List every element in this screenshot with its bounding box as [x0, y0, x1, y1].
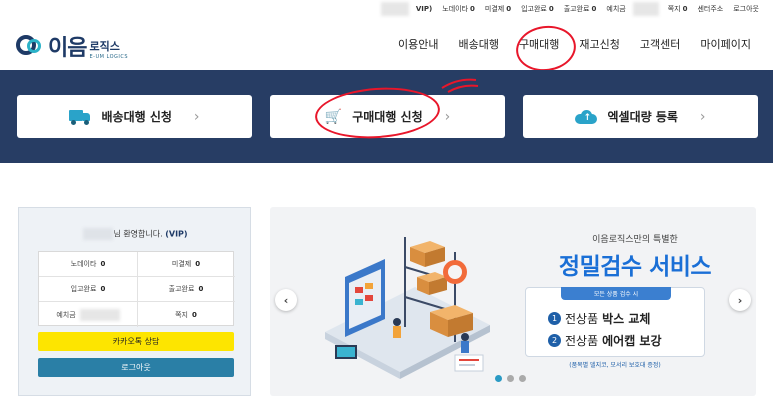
annotation-stroke [441, 78, 479, 93]
slide-subtitle: 이음로직스만의 특별한 [592, 235, 678, 245]
quick-excel-label: 엑셀대량 등록 [607, 110, 678, 124]
cart-icon: 🛒 [324, 108, 343, 125]
stat-unpaid[interactable]: 미결제 0 [137, 252, 235, 277]
member-stats: 노데이타 0 미결제 0 입고완료 0 출고완료 0 예치금 쪽지 0 [38, 251, 235, 327]
slide-line-2: 2 전상품 에어캡 보강 [548, 332, 662, 349]
nav-mypage[interactable]: 마이페이지 [690, 36, 761, 52]
slide-title: 정밀검수 서비스 [558, 254, 712, 280]
truck-icon [69, 109, 91, 125]
logo-eum: 이음 [48, 36, 87, 61]
util-nodata[interactable]: 노데이타 0 [437, 4, 480, 14]
welcome-text: 님 환영합니다. (VIP) [19, 228, 252, 240]
logo-name-ko: 로직스 [89, 40, 120, 53]
util-received[interactable]: 입고완료 0 [516, 4, 559, 14]
slide-service-card: 모든 상품 검수 시 1 전상품 박스 교체 2 전상품 에어캡 보강 [525, 287, 705, 357]
chevron-right-icon: › [699, 108, 706, 125]
stat-received[interactable]: 입고완료 0 [39, 277, 137, 302]
util-center-address[interactable]: 센터주소 [692, 4, 728, 14]
blurred-name [83, 228, 114, 240]
kakao-consult-button[interactable]: 카카오톡 상담 [38, 332, 234, 351]
stat-memo[interactable]: 쪽지 0 [137, 302, 235, 327]
chevron-right-icon: › [444, 108, 451, 125]
blurred-username [380, 2, 409, 16]
nav-guide[interactable]: 이용안내 [388, 36, 448, 52]
logo[interactable]: 이음 로직스 E-UM LOGICS [16, 30, 128, 62]
nav-stock[interactable]: 재고신청 [569, 36, 629, 52]
logo-name-en: E-UM LOGICS [89, 54, 129, 60]
slide-note: (품목별 델지코, 모서리 보호대 증정) [569, 362, 661, 369]
util-bar: VIP) 노데이타 0 미결제 0 입고완료 0 출고완료 0 예치금 쪽지 0 센터주소… [380, 0, 773, 18]
blurred-deposit [632, 2, 659, 16]
main-nav: 이용안내 배송대행 구매대행 재고신청 고객센터 마이페이지 [388, 36, 761, 52]
nav-support[interactable]: 고객센터 [630, 36, 690, 52]
warehouse-illustration [325, 237, 490, 379]
slider-dot[interactable] [519, 375, 526, 382]
cloud-upload-icon: ↑ [575, 109, 598, 124]
stat-shipped[interactable]: 출고완료 0 [137, 277, 235, 302]
slider-next-button[interactable]: › [729, 289, 751, 311]
page: VIP) 노데이타 0 미결제 0 입고완료 0 출고완료 0 예치금 쪽지 0 센터주소… [0, 0, 773, 406]
quick-purchase-button[interactable]: 🛒 구매대행 신청 › [270, 95, 505, 138]
quick-shipping-label: 배송대행 신청 [101, 110, 172, 124]
util-shipped[interactable]: 출고완료 0 [559, 4, 602, 14]
util-unpaid[interactable]: 미결제 0 [480, 4, 516, 14]
slider-dot[interactable] [495, 375, 502, 382]
stat-nodata[interactable]: 노데이타 0 [39, 252, 137, 277]
slide-line-1: 1 전상품 박스 교체 [548, 310, 650, 327]
nav-purchase[interactable]: 구매대행 [509, 36, 569, 52]
util-logout[interactable]: 로그아웃 [728, 4, 773, 14]
stat-deposit[interactable]: 예치금 [39, 302, 137, 327]
util-deposit[interactable]: 예치금 [601, 4, 630, 14]
chevron-right-icon: › [193, 108, 200, 125]
quick-shipping-button[interactable]: 배송대행 신청 › [17, 95, 252, 138]
logo-mark-icon [16, 33, 46, 59]
quick-purchase-label: 구매대행 신청 [352, 110, 423, 124]
nav-shipping[interactable]: 배송대행 [448, 36, 508, 52]
quick-excel-button[interactable]: ↑ 엑셀대량 등록 › [523, 95, 758, 138]
slider-prev-button[interactable]: ‹ [275, 289, 297, 311]
util-memo[interactable]: 쪽지 0 [663, 4, 693, 14]
slider-dots [495, 375, 526, 382]
slider-dot[interactable] [507, 375, 514, 382]
member-panel: 님 환영합니다. (VIP) 노데이타 0 미결제 0 입고완료 0 출고완료 0 예치… [18, 207, 251, 396]
logout-button[interactable]: 로그아웃 [38, 358, 234, 377]
promo-slider: 이음로직스만의 특별한 정밀검수 서비스 모든 상품 검수 시 1 전상품 박스 … [270, 207, 756, 396]
slide-pill: 모든 상품 검수 시 [561, 287, 671, 300]
util-vip: VIP) [415, 5, 433, 13]
